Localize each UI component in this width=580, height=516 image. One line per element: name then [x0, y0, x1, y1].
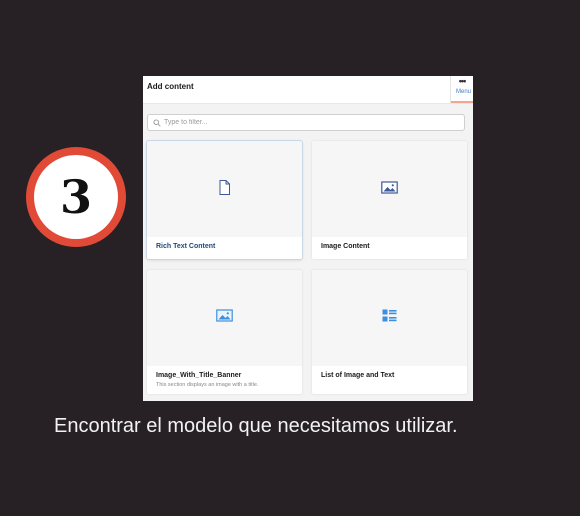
card-footer: List of Image and Text — [312, 366, 467, 394]
content-card-rich-text[interactable]: Rich Text Content — [147, 141, 302, 259]
image-icon — [381, 179, 398, 196]
card-footer: Image_With_Title_Banner This section dis… — [147, 366, 302, 394]
card-description: This section displays an image with a ti… — [156, 382, 259, 388]
filter-input[interactable] — [164, 119, 444, 126]
panel-header: Add content ••• Menu — [143, 76, 473, 104]
card-footer: Rich Text Content — [147, 237, 302, 259]
menu-button[interactable]: ••• Menu — [450, 76, 473, 103]
content-card-list-of-image-and-text[interactable]: List of Image and Text — [312, 270, 467, 394]
more-dots-icon: ••• — [458, 76, 466, 86]
document-icon — [216, 179, 233, 196]
card-name: Image Content — [321, 243, 370, 250]
menu-active-indicator — [451, 101, 473, 103]
content-card-image[interactable]: Image Content — [312, 141, 467, 259]
filter-field[interactable] — [147, 114, 465, 131]
step-number-badge: 3 — [26, 147, 126, 247]
card-name: Rich Text Content — [156, 243, 216, 250]
add-content-panel: Add content ••• Menu Rich Text Content I… — [143, 76, 473, 401]
card-name: List of Image and Text — [321, 372, 395, 379]
menu-label: Menu — [456, 89, 472, 95]
card-name: Image_With_Title_Banner — [156, 372, 242, 379]
search-icon — [153, 118, 161, 127]
list-icon — [381, 307, 398, 324]
step-caption: Encontrar el modelo que necesitamos util… — [54, 415, 458, 437]
panel-title: Add content — [147, 82, 194, 91]
content-card-image-with-title-banner[interactable]: Image_With_Title_Banner This section dis… — [147, 270, 302, 394]
step-number: 3 — [34, 155, 118, 239]
image-icon — [216, 307, 233, 324]
card-footer: Image Content — [312, 237, 467, 259]
